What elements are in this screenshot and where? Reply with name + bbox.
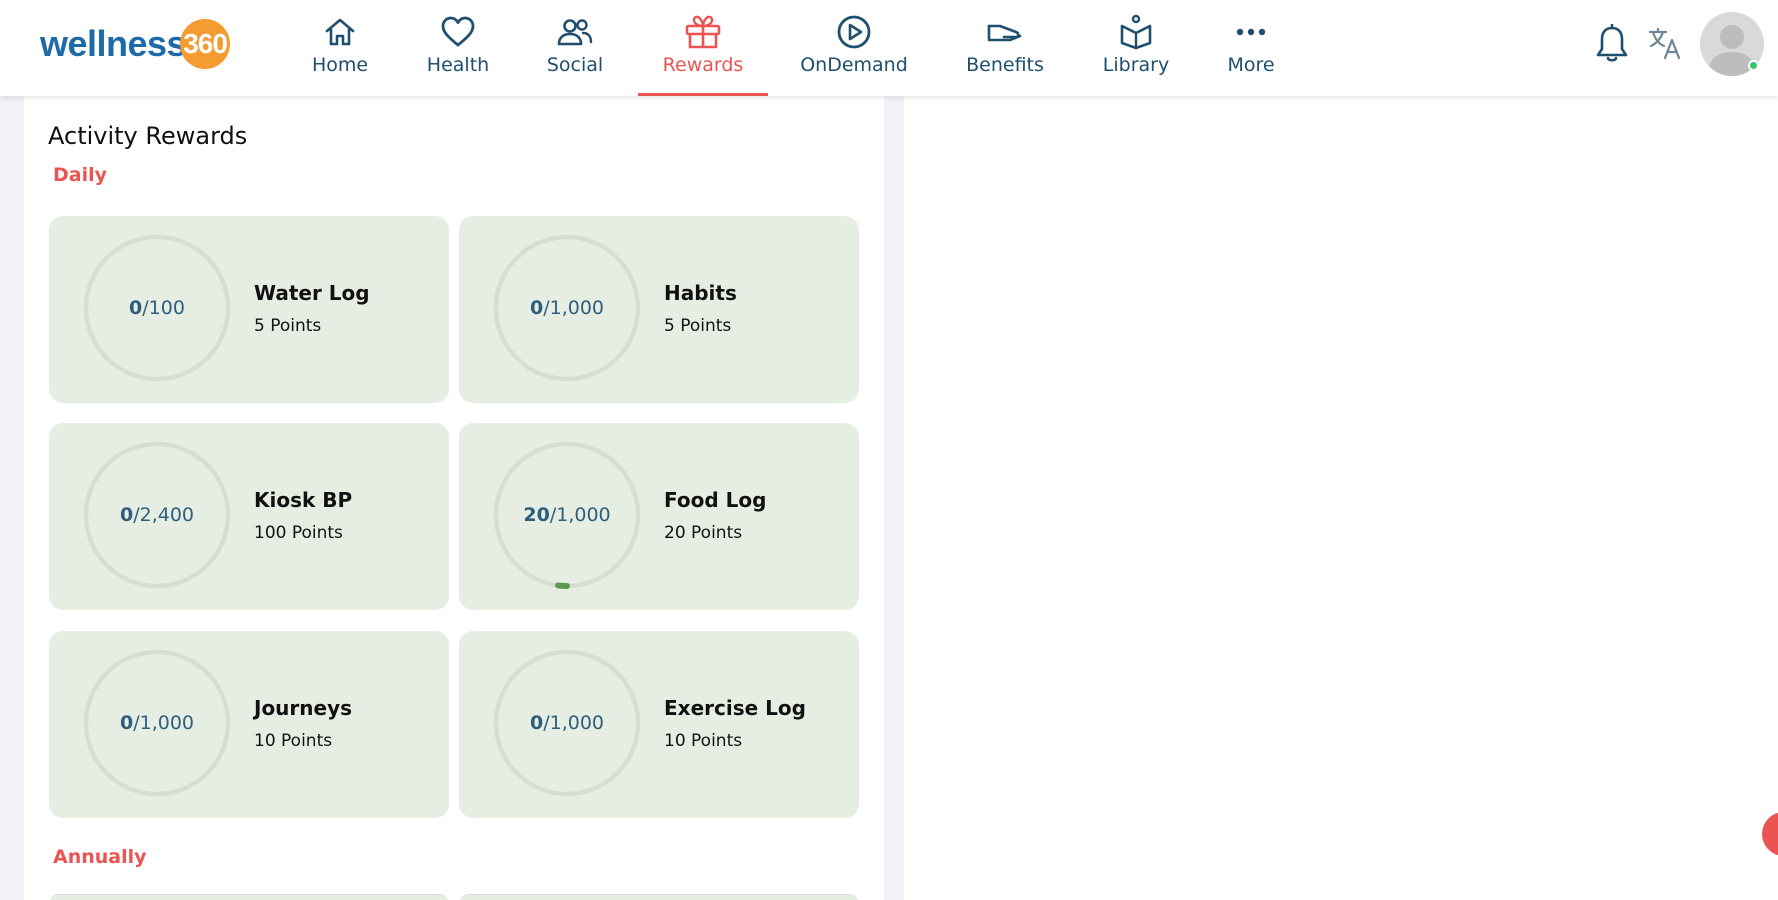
nav-label: Library	[1102, 54, 1170, 76]
activity-points: 5 Points	[664, 316, 732, 336]
top-navigation-bar: wellness 360 Home Health Social Rewards …	[0, 0, 1778, 96]
online-status-dot	[1748, 60, 1759, 71]
reward-card-food-log[interactable]: 20/1,000 Food Log 20 Points	[459, 423, 859, 610]
activity-name: Kiosk BP	[254, 488, 353, 512]
progress-value: 0/1,000	[529, 712, 605, 734]
nav-item-health[interactable]: Health	[418, 0, 498, 96]
activity-name: Exercise Log	[664, 696, 806, 720]
nav-item-home[interactable]: Home	[306, 0, 374, 96]
activity-name: Journeys	[254, 696, 353, 720]
play-circle-icon	[834, 14, 874, 50]
reward-card-journeys[interactable]: 0/1,000 Journeys 10 Points	[49, 631, 449, 818]
hand-icon	[985, 14, 1025, 50]
activity-points: 5 Points	[254, 316, 322, 336]
activity-name: Habits	[664, 281, 737, 305]
activity-name: Food Log	[664, 488, 767, 512]
nav-item-library[interactable]: Library	[1100, 0, 1172, 96]
logo-badge: 360	[180, 19, 231, 69]
nav-label: Health	[426, 54, 490, 76]
annually-section-label: Annually	[53, 846, 147, 868]
progress-value: 20/1,000	[523, 504, 611, 526]
book-icon	[1116, 14, 1156, 50]
activity-points: 100 Points	[254, 523, 343, 543]
reward-card-water-log[interactable]: 0/100 Water Log 5 Points	[49, 216, 449, 403]
progress-value: 0/100	[129, 297, 185, 319]
logo-wordmark: wellness	[40, 23, 187, 64]
reward-card-kiosk-bp[interactable]: 0/2,400 Kiosk BP 100 Points	[49, 423, 449, 610]
nav-label: Social	[546, 54, 604, 76]
activity-points: 10 Points	[664, 731, 743, 751]
progress-value: 0/1,000	[119, 712, 195, 734]
reward-card-partial[interactable]	[49, 894, 449, 900]
activity-points: 10 Points	[254, 731, 333, 751]
activity-points: 20 Points	[664, 523, 743, 543]
translate-icon[interactable]	[1648, 26, 1682, 60]
nav-label: OnDemand	[800, 54, 908, 76]
nav-item-more[interactable]: More	[1224, 0, 1278, 96]
nav-label: Home	[311, 54, 369, 76]
activity-name: Water Log	[254, 281, 370, 305]
nav-label: Rewards	[662, 54, 744, 76]
wellness360-logo[interactable]: wellness 360	[40, 18, 231, 70]
gift-icon	[683, 14, 723, 50]
daily-section-label: Daily	[53, 164, 108, 186]
nav-item-ondemand[interactable]: OnDemand	[800, 0, 908, 96]
nav-label: More	[1227, 54, 1275, 76]
right-content-panel	[904, 96, 1778, 900]
nav-item-rewards[interactable]: Rewards	[638, 0, 768, 96]
progress-value: 0/1,000	[529, 297, 605, 319]
reward-card-partial[interactable]	[459, 894, 859, 900]
home-icon	[320, 14, 360, 50]
page-title: Activity Rewards	[48, 122, 248, 150]
reward-card-exercise-log[interactable]: 0/1,000 Exercise Log 10 Points	[459, 631, 859, 818]
nav-item-benefits[interactable]: Benefits	[962, 0, 1048, 96]
bell-icon[interactable]	[1594, 23, 1630, 64]
progress-value: 0/2,400	[119, 504, 195, 526]
heart-icon	[438, 14, 478, 50]
more-dots-icon	[1231, 14, 1271, 50]
nav-item-social[interactable]: Social	[539, 0, 611, 96]
reward-card-habits[interactable]: 0/1,000 Habits 5 Points	[459, 216, 859, 403]
nav-label: Benefits	[966, 54, 1044, 76]
people-icon	[555, 14, 595, 50]
activity-rewards-panel: Activity Rewards Daily 0/100 Water Log 5…	[24, 96, 884, 900]
